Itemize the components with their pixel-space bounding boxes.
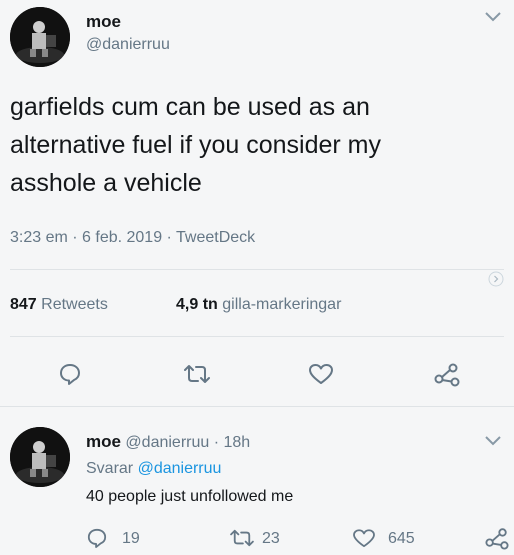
avatar[interactable] [10,7,70,67]
chevron-down-icon[interactable] [484,10,502,28]
reply-text: 40 people just unfollowed me [86,488,294,505]
retweet-count: 23 [262,530,280,547]
reply-icon[interactable] [86,528,108,553]
display-name[interactable]: moe [86,432,121,451]
like-icon[interactable] [352,528,376,553]
handle-and-time[interactable]: @danierruu · 18h [125,434,250,451]
retweets-count: 847 [10,296,37,313]
tweet-timestamp[interactable]: 3:23 em · 6 feb. 2019 · TweetDeck [10,229,255,247]
likes-count: 4,9 tn [176,296,218,313]
share-icon[interactable] [433,361,461,392]
reply-icon[interactable] [58,362,82,391]
user-handle[interactable]: @danierruu [86,36,170,54]
replying-to: Svarar @danierruu [86,460,221,478]
retweet-icon[interactable] [184,362,210,391]
share-icon[interactable] [484,526,510,555]
reply-count: 19 [122,530,140,547]
chevron-right-icon[interactable] [488,271,504,292]
retweet-icon[interactable] [230,528,254,553]
divider [10,269,504,270]
tweet-text-line-3: asshole a vehicle [10,169,202,197]
likes-label: gilla-markeringar [222,296,342,313]
divider [10,336,504,337]
display-name[interactable]: moe [86,12,121,32]
tweet-text-line-2: alternative fuel if you consider my [10,131,382,159]
likes-stat[interactable]: 4,9 tn gilla-markeringar [176,296,341,314]
chevron-down-icon[interactable] [484,434,502,452]
divider [0,406,514,407]
avatar[interactable] [10,427,70,487]
reply-header: moe @danierruu · 18h [86,432,250,452]
replying-to-handle[interactable]: @danierruu [138,460,222,477]
tweet-text-line-1: garfields cum can be used as an [10,93,370,121]
retweets-stat[interactable]: 847 Retweets [10,296,108,314]
replying-prefix: Svarar [86,460,138,477]
like-count: 645 [388,530,415,547]
retweets-label: Retweets [41,296,108,313]
like-icon[interactable] [308,362,334,391]
